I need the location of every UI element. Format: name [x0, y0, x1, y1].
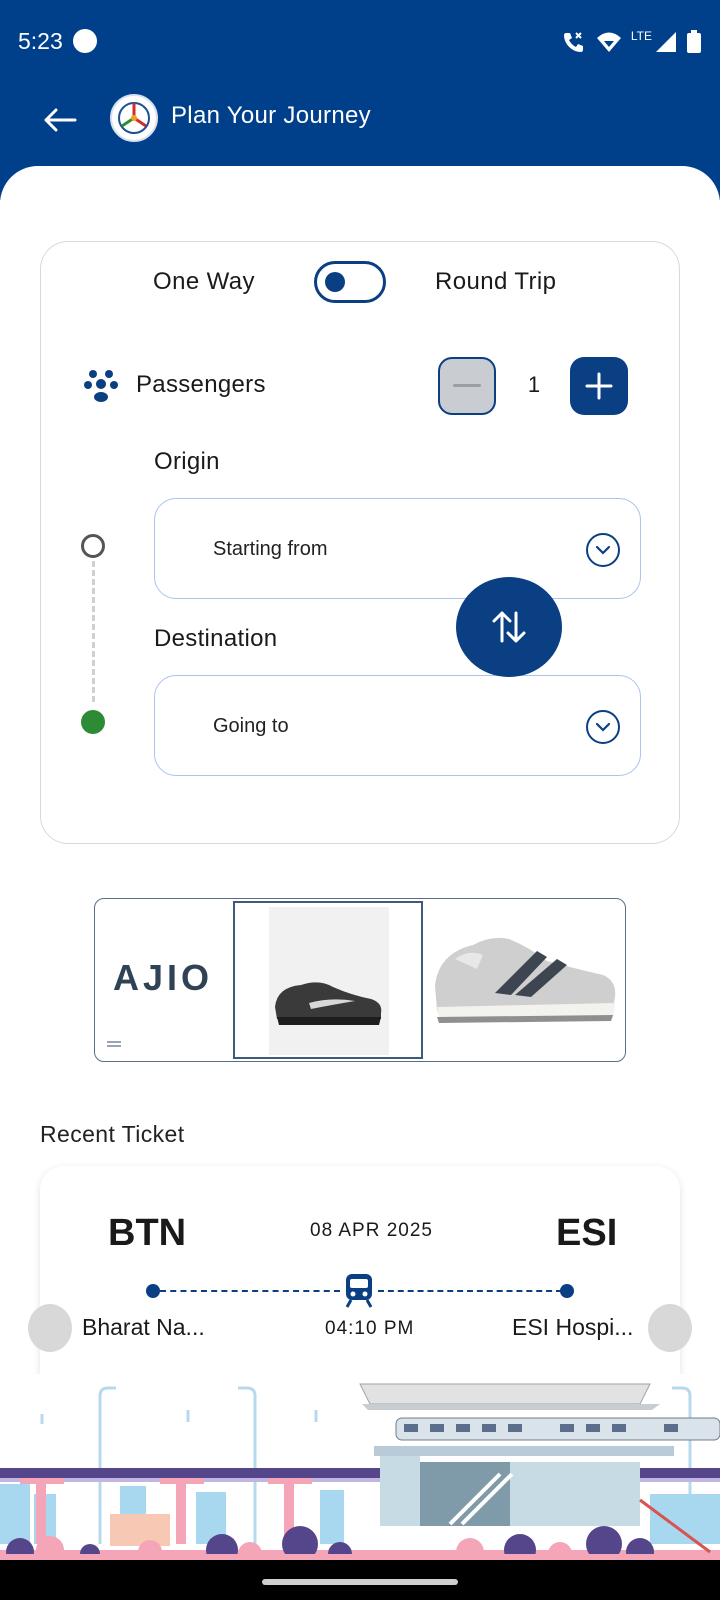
- ticket-from-code: BTN: [108, 1212, 187, 1254]
- ticket-to-dot: [560, 1284, 574, 1298]
- metro-train-icon: [345, 1274, 373, 1308]
- trip-type-toggle[interactable]: [314, 261, 386, 303]
- minus-icon: [453, 384, 481, 387]
- ticket-to-code: ESI: [556, 1212, 618, 1254]
- network-type: LTE: [630, 29, 652, 43]
- signal-icon: [656, 32, 676, 52]
- one-way-label[interactable]: One Way: [153, 268, 255, 296]
- passengers-label: Passengers: [136, 371, 266, 398]
- system-navigation-bar: [0, 1560, 720, 1600]
- chevron-down-icon: [586, 533, 620, 567]
- back-button[interactable]: [40, 100, 80, 140]
- ticket-to-station: ESI Hospi...: [512, 1314, 634, 1340]
- origin-dot: [81, 534, 105, 558]
- passengers-icon: [84, 370, 118, 402]
- ticket-from-station: Bharat Na...: [82, 1314, 205, 1340]
- origin-label: Origin: [154, 448, 220, 475]
- metro-skyline-illustration: [0, 1374, 720, 1564]
- destination-label: Destination: [154, 625, 278, 652]
- ad-indicator: [107, 1041, 121, 1047]
- status-time: 5:23: [18, 28, 63, 54]
- increase-passengers-button[interactable]: [570, 357, 628, 415]
- call-icon: [563, 32, 583, 52]
- destination-placeholder: Going to: [213, 715, 289, 737]
- app-bar: Plan Your Journey: [0, 84, 720, 164]
- home-gesture-handle[interactable]: [262, 1579, 458, 1585]
- app-logo-icon: [110, 94, 158, 142]
- plus-icon: [585, 372, 613, 400]
- round-trip-label[interactable]: Round Trip: [435, 268, 556, 296]
- swap-icon: [492, 611, 526, 643]
- ticket-time: 04:10 PM: [325, 1318, 415, 1339]
- page-title: Plan Your Journey: [171, 102, 371, 129]
- ticket-route-line: [378, 1290, 562, 1292]
- swap-stations-button[interactable]: [456, 577, 562, 677]
- toggle-knob: [325, 272, 345, 292]
- passenger-count: 1: [527, 372, 541, 397]
- destination-field[interactable]: Going to: [154, 675, 641, 776]
- origin-placeholder: Starting from: [213, 538, 328, 560]
- ticket-date: 08 APR 2025: [310, 1220, 433, 1241]
- status-icons: LTE: [561, 28, 702, 56]
- decrease-passengers-button[interactable]: [438, 357, 496, 415]
- battery-icon: [687, 30, 701, 53]
- chevron-down-icon: [586, 710, 620, 744]
- journey-card: One Way Round Trip Passengers 1 Origin S…: [40, 241, 680, 844]
- recent-ticket-heading: Recent Ticket: [40, 1121, 185, 1147]
- ticket-notch-left: [28, 1304, 72, 1352]
- wifi-icon: [596, 32, 621, 52]
- destination-dot: [81, 710, 105, 734]
- ticket-from-dot: [146, 1284, 160, 1298]
- ad-product-image-1: [233, 901, 423, 1059]
- ad-brand-logo: AJIO: [113, 957, 214, 998]
- ad-banner[interactable]: AJIO: [94, 898, 626, 1062]
- back-arrow-icon: [44, 108, 77, 132]
- notification-app-icon: [73, 29, 97, 53]
- ticket-notch-right: [648, 1304, 692, 1352]
- origin-field[interactable]: Starting from: [154, 498, 641, 599]
- route-line: [92, 552, 95, 702]
- ticket-route-line: [160, 1290, 340, 1292]
- status-bar: 5:23 LTE: [0, 0, 720, 84]
- ad-product-image-2: [435, 937, 616, 1023]
